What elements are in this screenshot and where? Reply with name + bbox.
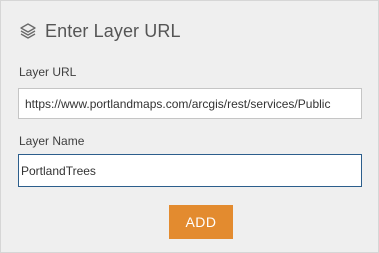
layer-url-label: Layer URL bbox=[19, 65, 77, 79]
panel-header: Enter Layer URL bbox=[18, 18, 181, 44]
enter-layer-url-panel: Enter Layer URL Layer URL Layer Name ADD bbox=[0, 0, 379, 253]
layer-url-input[interactable] bbox=[18, 88, 362, 119]
layers-icon bbox=[18, 21, 38, 41]
add-button[interactable]: ADD bbox=[169, 205, 233, 239]
layer-name-label: Layer Name bbox=[19, 134, 85, 148]
layer-name-input[interactable] bbox=[18, 154, 362, 187]
panel-title: Enter Layer URL bbox=[45, 20, 181, 41]
